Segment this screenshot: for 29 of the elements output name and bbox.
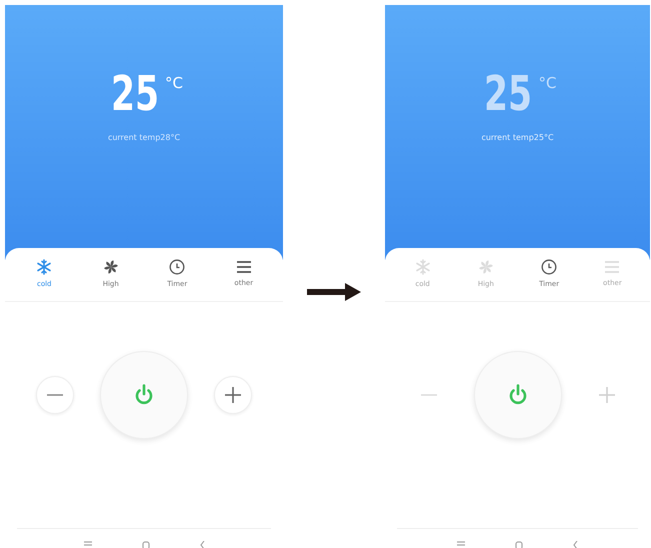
power-icon [508, 384, 528, 406]
snowflake-icon [414, 259, 431, 276]
arrow-icon [307, 282, 361, 300]
plus-button[interactable] [214, 376, 252, 414]
clock-icon [541, 259, 558, 276]
back-icon[interactable] [573, 541, 578, 548]
plus-icon [225, 387, 241, 403]
current-temperature: current temp28°C [108, 132, 180, 144]
menu-icon[interactable] [84, 541, 92, 547]
plus-icon [598, 387, 614, 403]
fan-icon [102, 259, 119, 276]
current-temperature: current temp25°C [481, 132, 554, 144]
temperature-setpoint: 25 [484, 70, 533, 118]
fan-icon [478, 259, 494, 276]
minus-icon [420, 394, 436, 396]
home-icon[interactable] [142, 541, 150, 548]
power-icon [134, 384, 154, 406]
home-icon[interactable] [515, 541, 523, 548]
temperature-unit: °C [165, 73, 184, 94]
menu-icon [236, 260, 252, 274]
snowflake-icon [36, 259, 52, 276]
back-icon[interactable] [200, 541, 204, 548]
minus-icon [47, 394, 63, 396]
minus-button[interactable] [36, 376, 74, 414]
temperature-setpoint: 25 [110, 70, 160, 118]
menu-icon [604, 260, 620, 274]
temperature-unit: °C [538, 73, 557, 94]
clock-icon [169, 259, 186, 276]
menu-icon[interactable] [457, 541, 465, 547]
